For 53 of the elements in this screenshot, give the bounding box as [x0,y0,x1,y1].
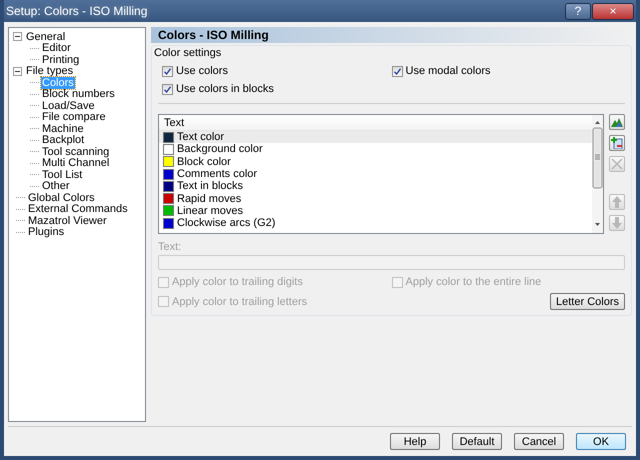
tree-item[interactable]: Other [41,180,71,192]
list-item[interactable]: Comments color [159,168,592,180]
window-title: Setup: Colors - ISO Milling [6,4,148,18]
tree-item[interactable]: Mazatrol Viewer [27,214,108,227]
mountains-icon [611,117,623,127]
close-button[interactable]: × [592,2,634,20]
list-item[interactable]: Text color [159,131,592,144]
tool-button[interactable] [609,114,625,130]
list-item[interactable]: Block color [159,156,592,168]
arrow-down-icon [612,217,622,229]
list-item[interactable]: Background color [159,143,592,156]
dialog-button[interactable]: Default [452,433,502,450]
arrow-up-icon [612,196,622,208]
check-icon [394,68,400,74]
tool-button[interactable] [609,135,625,151]
check-icon [164,86,171,92]
tree-item[interactable]: Backplot [41,134,86,146]
tree-item[interactable]: File types [25,65,74,78]
field-label: Text: [158,241,182,253]
letter-colors-button[interactable]: Letter Colors [550,293,625,310]
group-title: Color settings [154,47,222,59]
checkbox[interactable]: Use colors in blocks [162,83,392,95]
tree-item[interactable]: Tool scanning [41,146,110,158]
tree-item[interactable]: Printing [41,54,80,66]
checkbox[interactable]: Use modal colors [392,65,621,77]
add-document-icon [611,137,623,149]
tree-item[interactable]: Tool List [41,168,84,181]
dialog-button[interactable]: OK [576,433,626,450]
list-item[interactable]: Rapid moves [159,192,592,205]
column-header[interactable]: Text [159,115,592,131]
tree-item[interactable]: File compare [41,111,107,124]
tree-item[interactable]: Machine [41,122,85,135]
tree-item[interactable]: External Commands [27,203,129,216]
delete-icon [611,158,623,170]
dialog-button[interactable]: Help [390,433,440,450]
tree-item[interactable]: General [25,30,66,43]
text-field[interactable] [158,255,625,270]
list-item[interactable]: Linear moves [159,204,592,218]
check-icon [164,68,171,74]
help-button[interactable]: ? [565,2,591,20]
tree-item[interactable]: Block numbers [41,88,116,100]
tree-item[interactable]: Editor [41,42,72,54]
tree-item[interactable]: Multi Channel [41,157,110,170]
collapse-icon[interactable] [13,66,22,76]
checkbox[interactable]: Use colors [162,65,392,77]
scrollbar-drawing[interactable] [592,115,603,233]
tree-item[interactable]: Global Colors [27,192,96,204]
collapse-icon[interactable] [13,32,22,42]
list-item[interactable]: Clockwise arcs (G2) [159,217,592,230]
tree-item[interactable]: Plugins [27,226,66,238]
tree-item[interactable]: Load/Save [41,100,96,112]
list-item[interactable]: Text in blocks [159,180,592,192]
dialog-button[interactable]: Cancel [514,433,564,450]
